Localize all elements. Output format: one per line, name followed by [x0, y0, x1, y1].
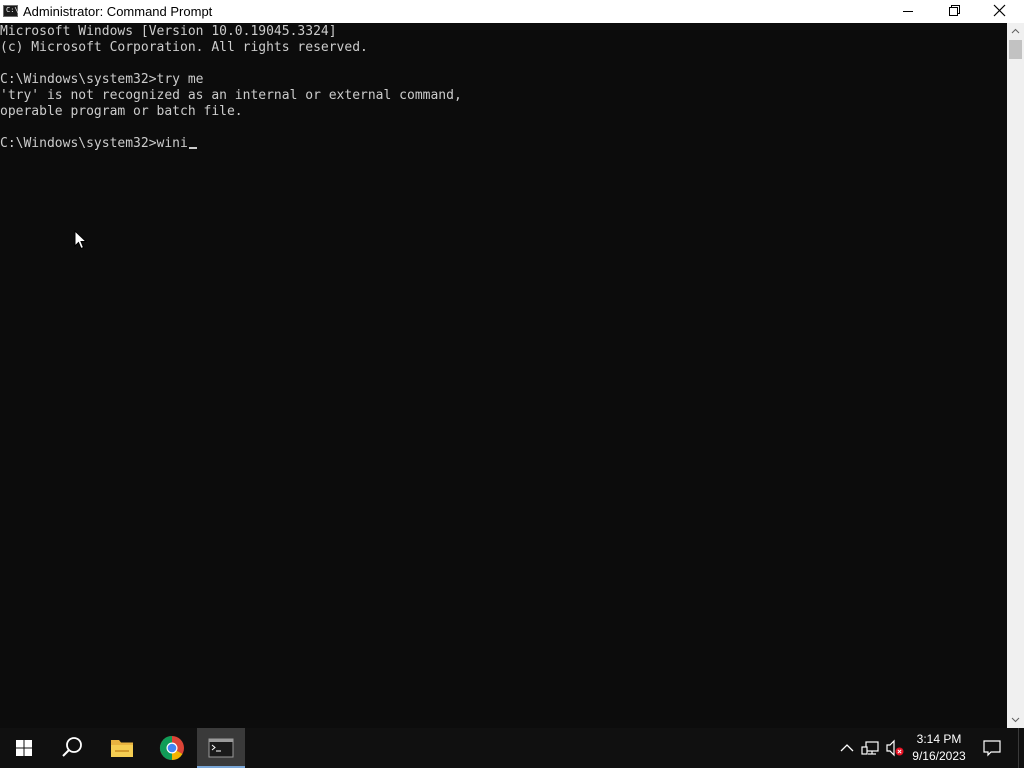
chrome-icon: [159, 736, 184, 761]
command-prompt-taskbar-button[interactable]: [197, 728, 245, 768]
title-icon-label: C:\_: [6, 6, 23, 14]
search-button[interactable]: [48, 728, 96, 768]
file-explorer-button[interactable]: [98, 728, 146, 768]
clock-date: 9/16/2023: [912, 749, 966, 763]
mouse-pointer-icon: [74, 230, 88, 250]
title-bar[interactable]: C:\_ Administrator: Command Prompt: [0, 0, 1024, 23]
volume-muted-icon[interactable]: [885, 738, 905, 758]
windows-logo-icon: [16, 740, 32, 756]
console-line: operable program or batch file.: [0, 104, 243, 119]
command-prompt-icon[interactable]: C:\_: [3, 5, 23, 17]
scroll-up-button[interactable]: [1007, 23, 1024, 40]
clock-time: 3:14 PM: [916, 732, 962, 746]
minimize-icon: [903, 11, 913, 12]
taskbar: 3:14 PM 9/16/2023: [0, 728, 1024, 768]
start-button[interactable]: [0, 728, 48, 768]
search-icon: [62, 737, 82, 757]
file-explorer-icon: [111, 740, 133, 757]
command-prompt-icon: [208, 738, 234, 758]
chevron-up-icon: [1011, 28, 1020, 34]
scroll-down-button[interactable]: [1007, 711, 1024, 728]
close-icon: [993, 4, 1006, 17]
chrome-button[interactable]: [148, 728, 196, 768]
vertical-scrollbar[interactable]: [1007, 23, 1024, 728]
restore-button[interactable]: [931, 0, 977, 23]
network-icon[interactable]: [861, 738, 881, 758]
minimize-button[interactable]: [885, 0, 931, 23]
text-cursor: [188, 147, 197, 149]
console-line: 'try' is not recognized as an internal o…: [0, 88, 462, 103]
close-button[interactable]: [977, 0, 1023, 23]
scroll-thumb[interactable]: [1009, 40, 1022, 59]
console-line: Microsoft Windows [Version 10.0.19045.33…: [0, 24, 337, 39]
chevron-up-icon[interactable]: [837, 738, 857, 758]
notification-icon[interactable]: [982, 738, 1002, 758]
console-line: (c) Microsoft Corporation. All rights re…: [0, 40, 368, 55]
console-input-line[interactable]: C:\Windows\system32>wini: [0, 136, 462, 152]
console-line: C:\Windows\system32>try me: [0, 72, 204, 87]
command-input[interactable]: C:\Windows\system32>wini: [0, 136, 188, 151]
window-title: Administrator: Command Prompt: [23, 4, 213, 19]
command-prompt-window[interactable]: C:\_ Administrator: Command Prompt Micro…: [0, 0, 1024, 728]
chevron-down-icon: [1011, 717, 1020, 723]
restore-icon: [949, 5, 960, 16]
clock[interactable]: 3:14 PM 9/16/2023: [908, 731, 970, 765]
console-output[interactable]: Microsoft Windows [Version 10.0.19045.33…: [0, 23, 1007, 728]
show-desktop-button[interactable]: [1018, 728, 1024, 768]
